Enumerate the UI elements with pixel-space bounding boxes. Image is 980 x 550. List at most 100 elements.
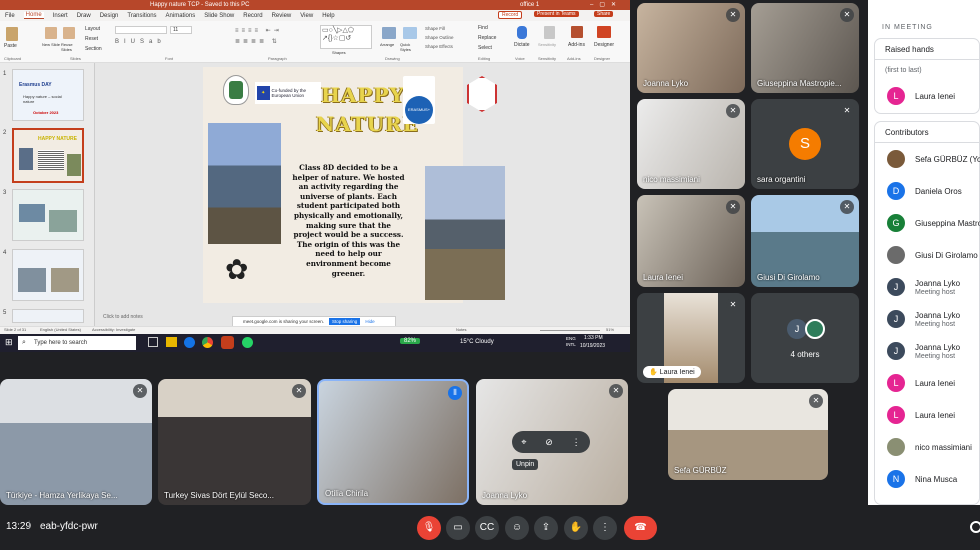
participant-tile-pinned[interactable]: ✕ ✋ Laura Ienei: [637, 293, 745, 383]
participant-list-name[interactable]: Laura Ienei: [915, 411, 955, 420]
participant-tile[interactable]: ✕ Laura Ienei: [637, 195, 745, 287]
leave-call-button[interactable]: ☎: [624, 516, 657, 540]
more-options-icon[interactable]: ⋮: [572, 437, 581, 448]
paragraph-icons[interactable]: ≡≡≡≡ ⇤⇥ ≣≣≣≣ ⇅: [235, 26, 315, 48]
record-button[interactable]: Record: [498, 11, 523, 19]
info-icon[interactable]: [970, 521, 980, 533]
whatsapp-icon[interactable]: [242, 337, 253, 348]
arrange-icon[interactable]: [382, 27, 396, 39]
zoom-slider[interactable]: [540, 330, 600, 331]
slide-photo-left[interactable]: [208, 123, 281, 244]
chrome-icon[interactable]: [202, 337, 213, 348]
participant-list-name[interactable]: Joanna Lyko: [915, 311, 960, 320]
language-status[interactable]: English (United States): [40, 327, 81, 332]
participant-tile[interactable]: ✕ nico massimiani: [637, 99, 745, 189]
accessibility-status[interactable]: Accessibility: Investigate: [92, 327, 135, 332]
taskbar-search-box[interactable]: ⌕ Type here to search: [18, 336, 136, 350]
raised-hand-person[interactable]: Laura Ienei: [915, 92, 955, 101]
tab-insert[interactable]: Insert: [53, 13, 68, 19]
powerpoint-icon[interactable]: [221, 336, 234, 349]
raise-hand-button[interactable]: ✋: [564, 516, 588, 540]
tab-home[interactable]: Home: [23, 12, 44, 19]
window-controls-icon[interactable]: –▢✕: [590, 0, 622, 10]
current-slide[interactable]: ✦ Co-funded by the European Union HAPPY …: [203, 67, 505, 303]
section-label[interactable]: Section: [85, 46, 102, 52]
participant-list-name[interactable]: Daniela Oros: [915, 187, 962, 196]
participant-list-name[interactable]: Nina Musca: [915, 475, 957, 484]
present-button[interactable]: ⇪: [534, 516, 558, 540]
participant-list-name[interactable]: Laura Ienei: [915, 379, 955, 388]
file-explorer-icon[interactable]: [166, 337, 177, 347]
slide-photo-right[interactable]: [425, 166, 505, 300]
participant-tile[interactable]: ✕ Giuseppina Mastropie...: [751, 3, 859, 93]
tab-help[interactable]: Help: [322, 13, 334, 19]
layout-label[interactable]: Layout: [85, 26, 100, 32]
reuse-slides-icon[interactable]: [63, 27, 75, 39]
tab-review[interactable]: Review: [272, 13, 292, 19]
meeting-code[interactable]: eab-yfdc-pwr: [40, 521, 98, 532]
add-ins-icon[interactable]: [571, 26, 583, 38]
participant-list-name[interactable]: nico massimiani: [915, 443, 972, 452]
more-options-button[interactable]: ⋮: [593, 516, 617, 540]
participant-tile-speaking[interactable]: ⦀ Otilia Chirila: [317, 379, 469, 505]
participant-tile[interactable]: ✕ Türkiye - Hamza Yerlikaya Se...: [0, 379, 152, 505]
battery-indicator[interactable]: 82%: [400, 338, 421, 344]
participant-list-name[interactable]: Joanna Lyko: [915, 279, 960, 288]
participant-tile[interactable]: ✕ ⌖ ⊘ ⋮ Unpin Joanna Lyko: [476, 379, 628, 505]
shapes-gallery[interactable]: ▭○╲▷△⬠ ↗{}☆▢↺: [320, 25, 372, 49]
sensitivity-icon[interactable]: [544, 26, 555, 39]
tab-file[interactable]: File: [5, 13, 15, 19]
weather-widget[interactable]: 15°C Cloudy: [460, 339, 494, 345]
mute-icon[interactable]: ⊘: [545, 437, 553, 448]
tab-slide-show[interactable]: Slide Show: [204, 13, 234, 19]
select-button[interactable]: Select: [478, 45, 492, 51]
shape-fill-label[interactable]: Shape Fill: [425, 26, 445, 31]
font-format-icons[interactable]: BIUSab: [115, 39, 225, 47]
windows-start-icon[interactable]: ⊞: [5, 337, 13, 348]
tab-view[interactable]: View: [300, 13, 313, 19]
slide-thumbnail-1[interactable]: Erasmus DAY Happy nature – social nature…: [12, 69, 84, 121]
present-in-teams-button[interactable]: Present in Teams: [534, 11, 579, 17]
others-tile[interactable]: J 4 others: [751, 293, 859, 383]
microphone-icon[interactable]: [517, 26, 527, 39]
quick-styles-icon[interactable]: [403, 27, 417, 39]
keyboard-language[interactable]: ENG INTL: [566, 336, 578, 348]
participant-list-name[interactable]: Giusi Di Girolamo: [915, 251, 978, 260]
participant-list-name[interactable]: Sefa GÜRBÜZ (You): [915, 155, 980, 164]
tab-transitions[interactable]: Transitions: [127, 13, 156, 19]
slide-thumbnail-4[interactable]: [12, 249, 84, 301]
captions-button[interactable]: CC: [475, 516, 499, 540]
tab-design[interactable]: Design: [100, 13, 119, 19]
reactions-button[interactable]: ☺: [505, 516, 529, 540]
slide-thumbnail-2[interactable]: HAPPY NATURE: [12, 128, 84, 183]
self-view-tile[interactable]: ✕ Sefa GÜRBÜZ: [668, 389, 828, 480]
participant-list-name[interactable]: Giuseppina Mastro: [915, 219, 980, 228]
hide-button[interactable]: Hide: [365, 319, 374, 324]
notes-toggle[interactable]: Notes: [456, 327, 466, 332]
participant-tile[interactable]: ✕ Joanna Lyko: [637, 3, 745, 93]
shape-effects-label[interactable]: Shape Effects: [425, 44, 453, 49]
tab-animations[interactable]: Animations: [166, 13, 196, 19]
tab-draw[interactable]: Draw: [77, 13, 91, 19]
stop-sharing-button[interactable]: Stop sharing: [329, 318, 361, 325]
new-slide-icon[interactable]: [45, 27, 57, 39]
media-player-icon[interactable]: [184, 337, 195, 348]
font-size-box[interactable]: 11: [170, 26, 192, 34]
participant-list-name[interactable]: Joanna Lyko: [915, 343, 960, 352]
shape-outline-label[interactable]: Shape Outline: [425, 35, 454, 40]
slide-thumbnail-3[interactable]: [12, 189, 84, 241]
notes-placeholder[interactable]: Click to add notes: [103, 314, 143, 320]
slide-thumbnail-5[interactable]: [12, 309, 84, 323]
replace-button[interactable]: Replace: [478, 35, 496, 41]
task-view-icon[interactable]: [148, 337, 158, 347]
unpin-icon[interactable]: ⌖: [521, 437, 526, 448]
microphone-off-button[interactable]: 🎙: [417, 516, 441, 540]
participant-tile[interactable]: ✕ Turkey Sivas Dört Eylül Seco...: [158, 379, 311, 505]
camera-button[interactable]: ▭: [446, 516, 470, 540]
designer-icon[interactable]: [597, 26, 611, 38]
reset-label[interactable]: Reset: [85, 36, 98, 42]
participant-tile[interactable]: ✕ Giusi Di Girolamo: [751, 195, 859, 287]
paste-icon[interactable]: [6, 27, 18, 41]
participant-tile[interactable]: ✕ S sara organtini: [751, 99, 859, 189]
find-button[interactable]: Find: [478, 25, 488, 31]
